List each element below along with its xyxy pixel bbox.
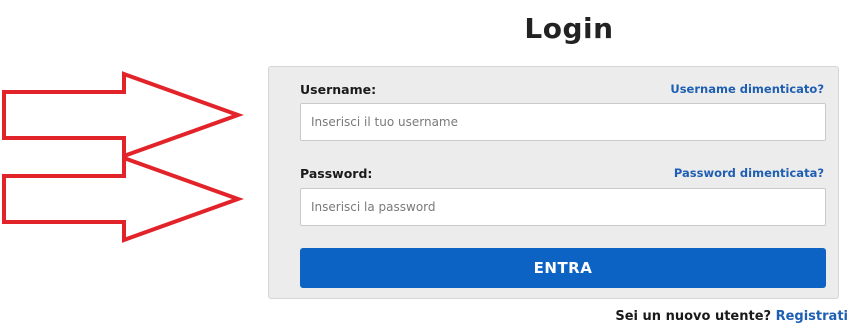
login-form: Username: Username dimenticato? Password…	[268, 66, 839, 299]
username-input[interactable]	[300, 103, 826, 141]
red-arrow-username-icon	[2, 71, 244, 159]
login-submit-button[interactable]: ENTRA	[300, 248, 826, 288]
username-label: Username:	[300, 82, 377, 97]
password-label: Password:	[300, 166, 373, 181]
forgot-username-link[interactable]: Username dimenticato?	[670, 82, 824, 96]
red-arrow-password-icon	[2, 155, 244, 243]
password-input[interactable]	[300, 188, 826, 226]
login-page: Login Username: Username dimenticato? Pa…	[0, 0, 858, 332]
register-prompt: Sei un nuovo utente? Registrati	[615, 309, 848, 324]
page-title: Login	[524, 12, 614, 45]
register-prompt-text: Sei un nuovo utente?	[615, 309, 772, 324]
register-link[interactable]: Registrati	[776, 309, 848, 324]
forgot-password-link[interactable]: Password dimenticata?	[674, 166, 824, 180]
